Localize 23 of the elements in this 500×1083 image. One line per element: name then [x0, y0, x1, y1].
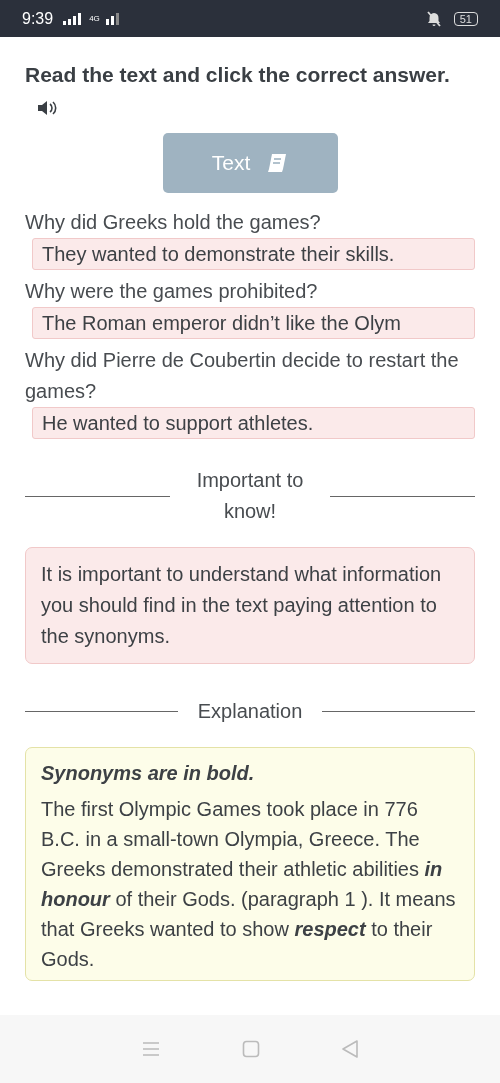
- explanation-text: The first Olympic Games took place in 776 B.C. in a small-town Olympia, Greece. The Greeks demonstrated their athletic abilities in honour of their Gods. (paragraph 1 ). It means that Greeks wanted to show respect to their Gods.: [41, 797, 457, 972]
- answer-box[interactable]: The Roman emperor didn’t like the Olym: [32, 307, 475, 339]
- clock-time: 9:39: [22, 9, 54, 28]
- section-heading: Explanation: [197, 699, 303, 724]
- home-icon[interactable]: [242, 1040, 260, 1058]
- answer-box[interactable]: They wanted to demonstrate their skills.: [32, 238, 475, 270]
- signal-icon: [63, 12, 84, 25]
- battery-indicator: 51: [453, 11, 478, 26]
- muted-bell-icon: [425, 10, 442, 27]
- explanation-title: Synonyms are in bold.: [41, 761, 256, 786]
- instruction-title: Read the text and click the correct answer.: [25, 59, 475, 123]
- book-icon: [266, 153, 289, 173]
- answer-box[interactable]: He wanted to support athletes.: [32, 407, 475, 439]
- section-heading: Important to know!: [195, 468, 305, 524]
- note-card: It is important to understand what information you should find in the text paying attention to the synonyms.: [25, 547, 475, 664]
- menu-icon[interactable]: [140, 1040, 161, 1058]
- back-icon[interactable]: [341, 1039, 360, 1059]
- signal-icon: [105, 12, 120, 25]
- question-text: Why did Pierre de Coubertin decide to restart the games?: [25, 348, 460, 404]
- question-text: Why were the games prohibited?: [25, 279, 319, 304]
- speaker-icon[interactable]: [37, 100, 57, 117]
- question-text: Why did Greeks hold the games?: [25, 210, 322, 235]
- network-type: 4G: [89, 14, 100, 23]
